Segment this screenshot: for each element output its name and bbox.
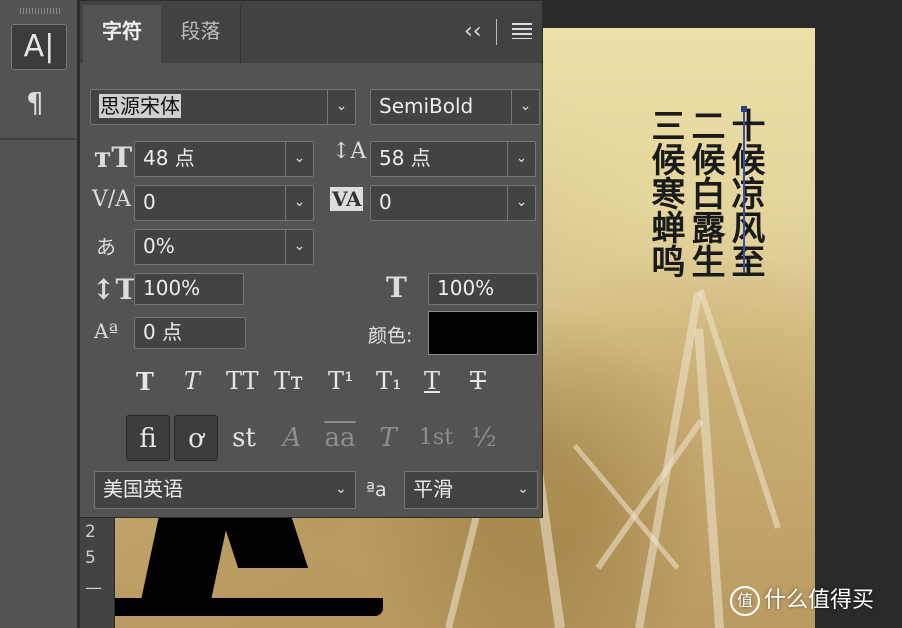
leading-field[interactable]: 58 点 ⌄ <box>370 141 536 177</box>
discretionary-ligature-button[interactable]: ơ <box>174 415 218 461</box>
chevron-down-icon[interactable]: ⌄ <box>509 472 537 508</box>
strikethrough-button[interactable]: T <box>470 367 486 395</box>
ligature-button[interactable]: ﬁ <box>126 415 170 461</box>
chevron-down-icon[interactable]: ⌄ <box>285 142 313 176</box>
leading-value: 58 点 <box>379 146 431 170</box>
ruler-mark: 5 <box>85 548 96 568</box>
watermark: 值什么值得买 <box>730 582 874 616</box>
small-caps-button[interactable]: Tт <box>274 367 303 395</box>
poem-column-2[interactable]: 二候白露生 <box>685 108 725 278</box>
kerning-field[interactable]: 0 ⌄ <box>134 185 314 221</box>
chevron-down-icon[interactable]: ⌄ <box>285 186 313 220</box>
horizontal-scale-value: 100% <box>437 276 495 300</box>
font-size-icon: ᴛT <box>94 141 133 174</box>
chevron-down-icon[interactable]: ⌄ <box>507 186 535 220</box>
horizontal-scale-icon: T <box>386 271 407 304</box>
faux-italic-button[interactable]: T <box>184 367 200 395</box>
text-cursor-handle <box>741 106 747 112</box>
panel-menu-icon[interactable] <box>512 23 532 39</box>
baseline-shift-icon: Aª <box>94 319 118 343</box>
text-cursor <box>743 108 745 273</box>
font-family-value: 思源宋体 <box>99 94 181 118</box>
font-family-select[interactable]: 思源宋体 ⌄ <box>90 89 356 125</box>
antialias-value: 平滑 <box>413 477 453 501</box>
ordinals-button[interactable]: 1st <box>414 415 458 461</box>
titling-alternates-button[interactable]: T <box>366 415 410 461</box>
language-value: 美国英语 <box>103 477 183 501</box>
subscript-button[interactable]: T₁ <box>376 367 402 395</box>
watermark-icon: 值 <box>730 586 760 616</box>
chevron-down-icon[interactable]: ⌄ <box>327 472 355 508</box>
tab-character[interactable]: 字符 <box>83 5 161 63</box>
color-swatch[interactable] <box>428 311 538 355</box>
collapse-icon[interactable]: ‹‹ <box>464 19 482 44</box>
kerning-value: 0 <box>143 190 156 214</box>
leading-icon: ↕A <box>332 139 367 164</box>
type-tool-button[interactable]: A| <box>11 24 67 70</box>
tsume-icon: あ <box>96 235 116 259</box>
tsume-field[interactable]: 0% ⌄ <box>134 229 314 265</box>
ruler-mark: 2 <box>85 522 96 542</box>
chevron-down-icon[interactable]: ⌄ <box>511 90 539 124</box>
baseline-shift-field[interactable]: 0 点 <box>134 317 246 349</box>
character-panel: 字符 段落 ‹‹ 思源宋体 ⌄ SemiBold ⌄ ᴛT 48 点 ⌄ ↕A … <box>79 0 543 518</box>
underline-button[interactable]: T <box>424 367 440 395</box>
app-window: 十候凉风至 二候白露生 三候寒蝉鸣 2 5 — A| ¶ 字符 段落 ‹‹ 思源… <box>0 0 902 628</box>
swash-button[interactable]: A <box>270 415 314 461</box>
font-style-select[interactable]: SemiBold ⌄ <box>370 89 540 125</box>
font-style-value: SemiBold <box>379 94 474 118</box>
antialias-icon: ªa <box>366 479 387 501</box>
panel-tabs: 字符 段落 ‹‹ <box>80 1 542 63</box>
ruler-mark: — <box>85 578 102 598</box>
baseline-shift-value: 0 点 <box>143 320 183 344</box>
tracking-field[interactable]: 0 ⌄ <box>370 185 536 221</box>
fractions-button[interactable]: ½ <box>462 415 506 461</box>
kerning-icon: V/A <box>92 187 132 212</box>
vertical-scale-field[interactable]: 100% <box>134 273 244 305</box>
chevron-down-icon[interactable]: ⌄ <box>327 90 355 124</box>
font-size-value: 48 点 <box>143 146 195 170</box>
horizontal-scale-field[interactable]: 100% <box>428 273 538 305</box>
paragraph-tool-button[interactable]: ¶ <box>26 86 44 119</box>
language-select[interactable]: 美国英语 ⌄ <box>94 471 356 509</box>
antialias-select[interactable]: 平滑 ⌄ <box>404 471 538 509</box>
chevron-down-icon[interactable]: ⌄ <box>507 142 535 176</box>
watermark-text: 什么值得买 <box>764 588 875 613</box>
all-caps-button[interactable]: TT <box>226 367 258 395</box>
swash-st-button[interactable]: st <box>222 415 266 461</box>
vertical-scale-icon: ↕T <box>92 273 137 306</box>
chevron-down-icon[interactable]: ⌄ <box>285 230 313 264</box>
drag-grip[interactable] <box>20 8 60 14</box>
vertical-scale-value: 100% <box>143 276 201 300</box>
font-size-field[interactable]: 48 点 ⌄ <box>134 141 314 177</box>
tracking-value: 0 <box>379 190 392 214</box>
tab-paragraph[interactable]: 段落 <box>161 5 241 63</box>
tracking-icon: VA <box>330 187 364 211</box>
vertical-ruler[interactable]: 2 5 — <box>80 518 115 628</box>
color-label: 颜色: <box>368 325 413 347</box>
tsume-value: 0% <box>143 234 175 258</box>
tool-strip: A| ¶ <box>0 0 78 628</box>
faux-bold-button[interactable]: T <box>136 367 154 396</box>
big-char-stroke <box>115 598 383 616</box>
poem-column-3[interactable]: 三候寒蝉鸣 <box>645 108 685 278</box>
superscript-button[interactable]: T¹ <box>328 367 354 395</box>
stylistic-alternates-button[interactable]: aa <box>318 415 362 461</box>
